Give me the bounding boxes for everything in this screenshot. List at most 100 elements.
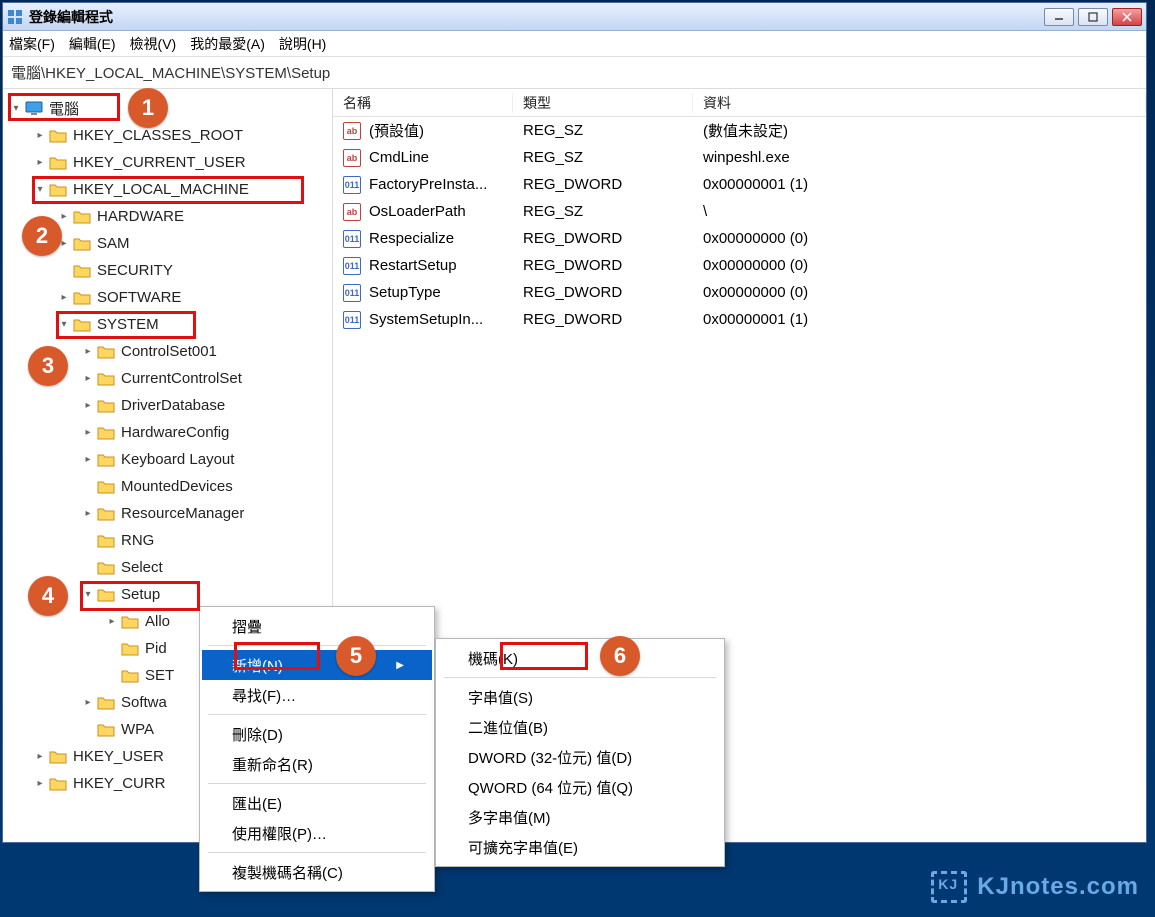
annotation-circle-4: 4 xyxy=(28,576,68,616)
ctx-copykey[interactable]: 複製機碼名稱(C) xyxy=(202,857,432,887)
list-row[interactable]: 011FactoryPreInsta...REG_DWORD0x00000001… xyxy=(333,171,1146,198)
ctx-collapse[interactable]: 摺疊 xyxy=(202,611,432,641)
chevron-right-icon[interactable]: ▸ xyxy=(33,777,47,791)
menu-view[interactable]: 檢視(V) xyxy=(130,34,177,54)
string-value-icon: ab xyxy=(343,149,361,167)
context-submenu-new: 機碼(K) 字串值(S) 二進位值(B) DWORD (32-位元) 值(D) … xyxy=(435,638,725,867)
col-type[interactable]: 類型 xyxy=(513,93,693,113)
chevron-right-icon[interactable]: ▸ xyxy=(33,750,47,764)
list-row[interactable]: 011 Respecialize REG_DWORD0x00000000 (0) xyxy=(333,225,1146,252)
sub-qword[interactable]: QWORD (64 位元) 值(Q) xyxy=(438,772,722,802)
address-bar[interactable]: 電腦\HKEY_LOCAL_MACHINE\SYSTEM\Setup xyxy=(3,57,1146,89)
tree-security[interactable]: SECURITY xyxy=(3,257,332,284)
annotation-box-6 xyxy=(500,642,588,670)
sub-binary[interactable]: 二進位值(B) xyxy=(438,712,722,742)
chevron-right-icon[interactable]: ▸ xyxy=(81,507,95,521)
menu-edit[interactable]: 編輯(E) xyxy=(69,34,116,54)
value-type: REG_DWORD xyxy=(513,284,693,301)
folder-icon xyxy=(73,236,91,251)
tree-hkcr[interactable]: ▸HKEY_CLASSES_ROOT xyxy=(3,122,332,149)
chevron-right-icon[interactable]: ▸ xyxy=(81,426,95,440)
menu-help[interactable]: 說明(H) xyxy=(279,34,326,54)
menu-file[interactable]: 檔案(F) xyxy=(9,34,55,54)
dword-value-icon: 011 xyxy=(343,311,361,329)
value-type: REG_DWORD xyxy=(513,176,693,193)
value-name: OsLoaderPath xyxy=(369,203,466,220)
value-type: REG_DWORD xyxy=(513,230,693,247)
maximize-button[interactable] xyxy=(1078,8,1108,26)
chevron-right-icon[interactable]: ▸ xyxy=(81,345,95,359)
value-name: (預設值) xyxy=(369,120,424,141)
dword-value-icon: 011 xyxy=(343,230,361,248)
annotation-circle-6: 6 xyxy=(600,636,640,676)
ctx-find[interactable]: 尋找(F)… xyxy=(202,680,432,710)
chevron-right-icon[interactable]: ▸ xyxy=(57,291,71,305)
chevron-right-icon[interactable]: ▸ xyxy=(81,399,95,413)
value-type: REG_SZ xyxy=(513,149,693,166)
folder-icon xyxy=(121,641,139,656)
ctx-permissions[interactable]: 使用權限(P)… xyxy=(202,818,432,848)
annotation-box-2 xyxy=(32,176,304,204)
folder-icon xyxy=(97,479,115,494)
ctx-export[interactable]: 匯出(E) xyxy=(202,788,432,818)
tree-driverdb[interactable]: ▸DriverDatabase xyxy=(3,392,332,419)
list-header[interactable]: 名稱 類型 資料 xyxy=(333,89,1146,117)
sub-expand[interactable]: 可擴充字串值(E) xyxy=(438,832,722,862)
list-row[interactable]: 011SetupTypeREG_DWORD0x00000000 (0) xyxy=(333,279,1146,306)
tree-hkcu[interactable]: ▸HKEY_CURRENT_USER xyxy=(3,149,332,176)
tree-rng[interactable]: RNG xyxy=(3,527,332,554)
annotation-circle-2: 2 xyxy=(22,216,62,256)
folder-icon xyxy=(73,209,91,224)
value-name: Respecialize xyxy=(369,230,454,247)
value-name: RestartSetup xyxy=(369,257,457,274)
watermark: KJnotes.com xyxy=(931,871,1139,903)
chevron-right-icon[interactable]: ▸ xyxy=(105,615,119,629)
col-data[interactable]: 資料 xyxy=(693,93,1146,113)
tree-mounted[interactable]: MountedDevices xyxy=(3,473,332,500)
watermark-icon xyxy=(931,871,967,903)
titlebar[interactable]: 登錄編輯程式 xyxy=(3,3,1146,31)
tree-hwconfig[interactable]: ▸HardwareConfig xyxy=(3,419,332,446)
menu-favorites[interactable]: 我的最愛(A) xyxy=(190,34,265,54)
value-data: 0x00000000 (0) xyxy=(693,230,1146,247)
sub-string[interactable]: 字串值(S) xyxy=(438,682,722,712)
tree-software[interactable]: ▸SOFTWARE xyxy=(3,284,332,311)
annotation-box-5 xyxy=(234,642,320,670)
folder-icon xyxy=(49,155,67,170)
value-data: (數值未設定) xyxy=(693,120,1146,141)
value-type: REG_SZ xyxy=(513,203,693,220)
chevron-right-icon[interactable]: ▸ xyxy=(57,210,71,224)
minimize-button[interactable] xyxy=(1044,8,1074,26)
close-button[interactable] xyxy=(1112,8,1142,26)
list-row[interactable]: 011RestartSetupREG_DWORD0x00000000 (0) xyxy=(333,252,1146,279)
folder-icon xyxy=(97,506,115,521)
list-row[interactable]: abCmdLineREG_SZwinpeshl.exe xyxy=(333,144,1146,171)
annotation-box-4 xyxy=(80,581,200,611)
folder-icon xyxy=(121,614,139,629)
value-name: CmdLine xyxy=(369,149,429,166)
list-row[interactable]: ab(預設值)REG_SZ(數值未設定) xyxy=(333,117,1146,144)
value-type: REG_DWORD xyxy=(513,311,693,328)
list-row[interactable]: abOsLoaderPathREG_SZ\ xyxy=(333,198,1146,225)
value-data: 0x00000001 (1) xyxy=(693,176,1146,193)
ctx-delete[interactable]: 刪除(D) xyxy=(202,719,432,749)
sub-dword[interactable]: DWORD (32-位元) 值(D) xyxy=(438,742,722,772)
sub-multi[interactable]: 多字串值(M) xyxy=(438,802,722,832)
value-data: 0x00000000 (0) xyxy=(693,257,1146,274)
chevron-right-icon[interactable]: ▸ xyxy=(81,696,95,710)
chevron-right-icon[interactable]: ▸ xyxy=(81,372,95,386)
chevron-right-icon[interactable]: ▸ xyxy=(33,156,47,170)
chevron-right-icon[interactable]: ▸ xyxy=(81,453,95,467)
tree-resmgr[interactable]: ▸ResourceManager xyxy=(3,500,332,527)
dword-value-icon: 011 xyxy=(343,284,361,302)
tree-kblayout[interactable]: ▸Keyboard Layout xyxy=(3,446,332,473)
string-value-icon: ab xyxy=(343,122,361,140)
annotation-circle-1: 1 xyxy=(128,88,168,128)
folder-icon xyxy=(49,128,67,143)
folder-icon xyxy=(97,452,115,467)
chevron-right-icon[interactable]: ▸ xyxy=(33,129,47,143)
value-name: FactoryPreInsta... xyxy=(369,176,487,193)
list-row[interactable]: 011SystemSetupIn...REG_DWORD0x00000001 (… xyxy=(333,306,1146,333)
col-name[interactable]: 名稱 xyxy=(333,93,513,113)
ctx-rename[interactable]: 重新命名(R) xyxy=(202,749,432,779)
